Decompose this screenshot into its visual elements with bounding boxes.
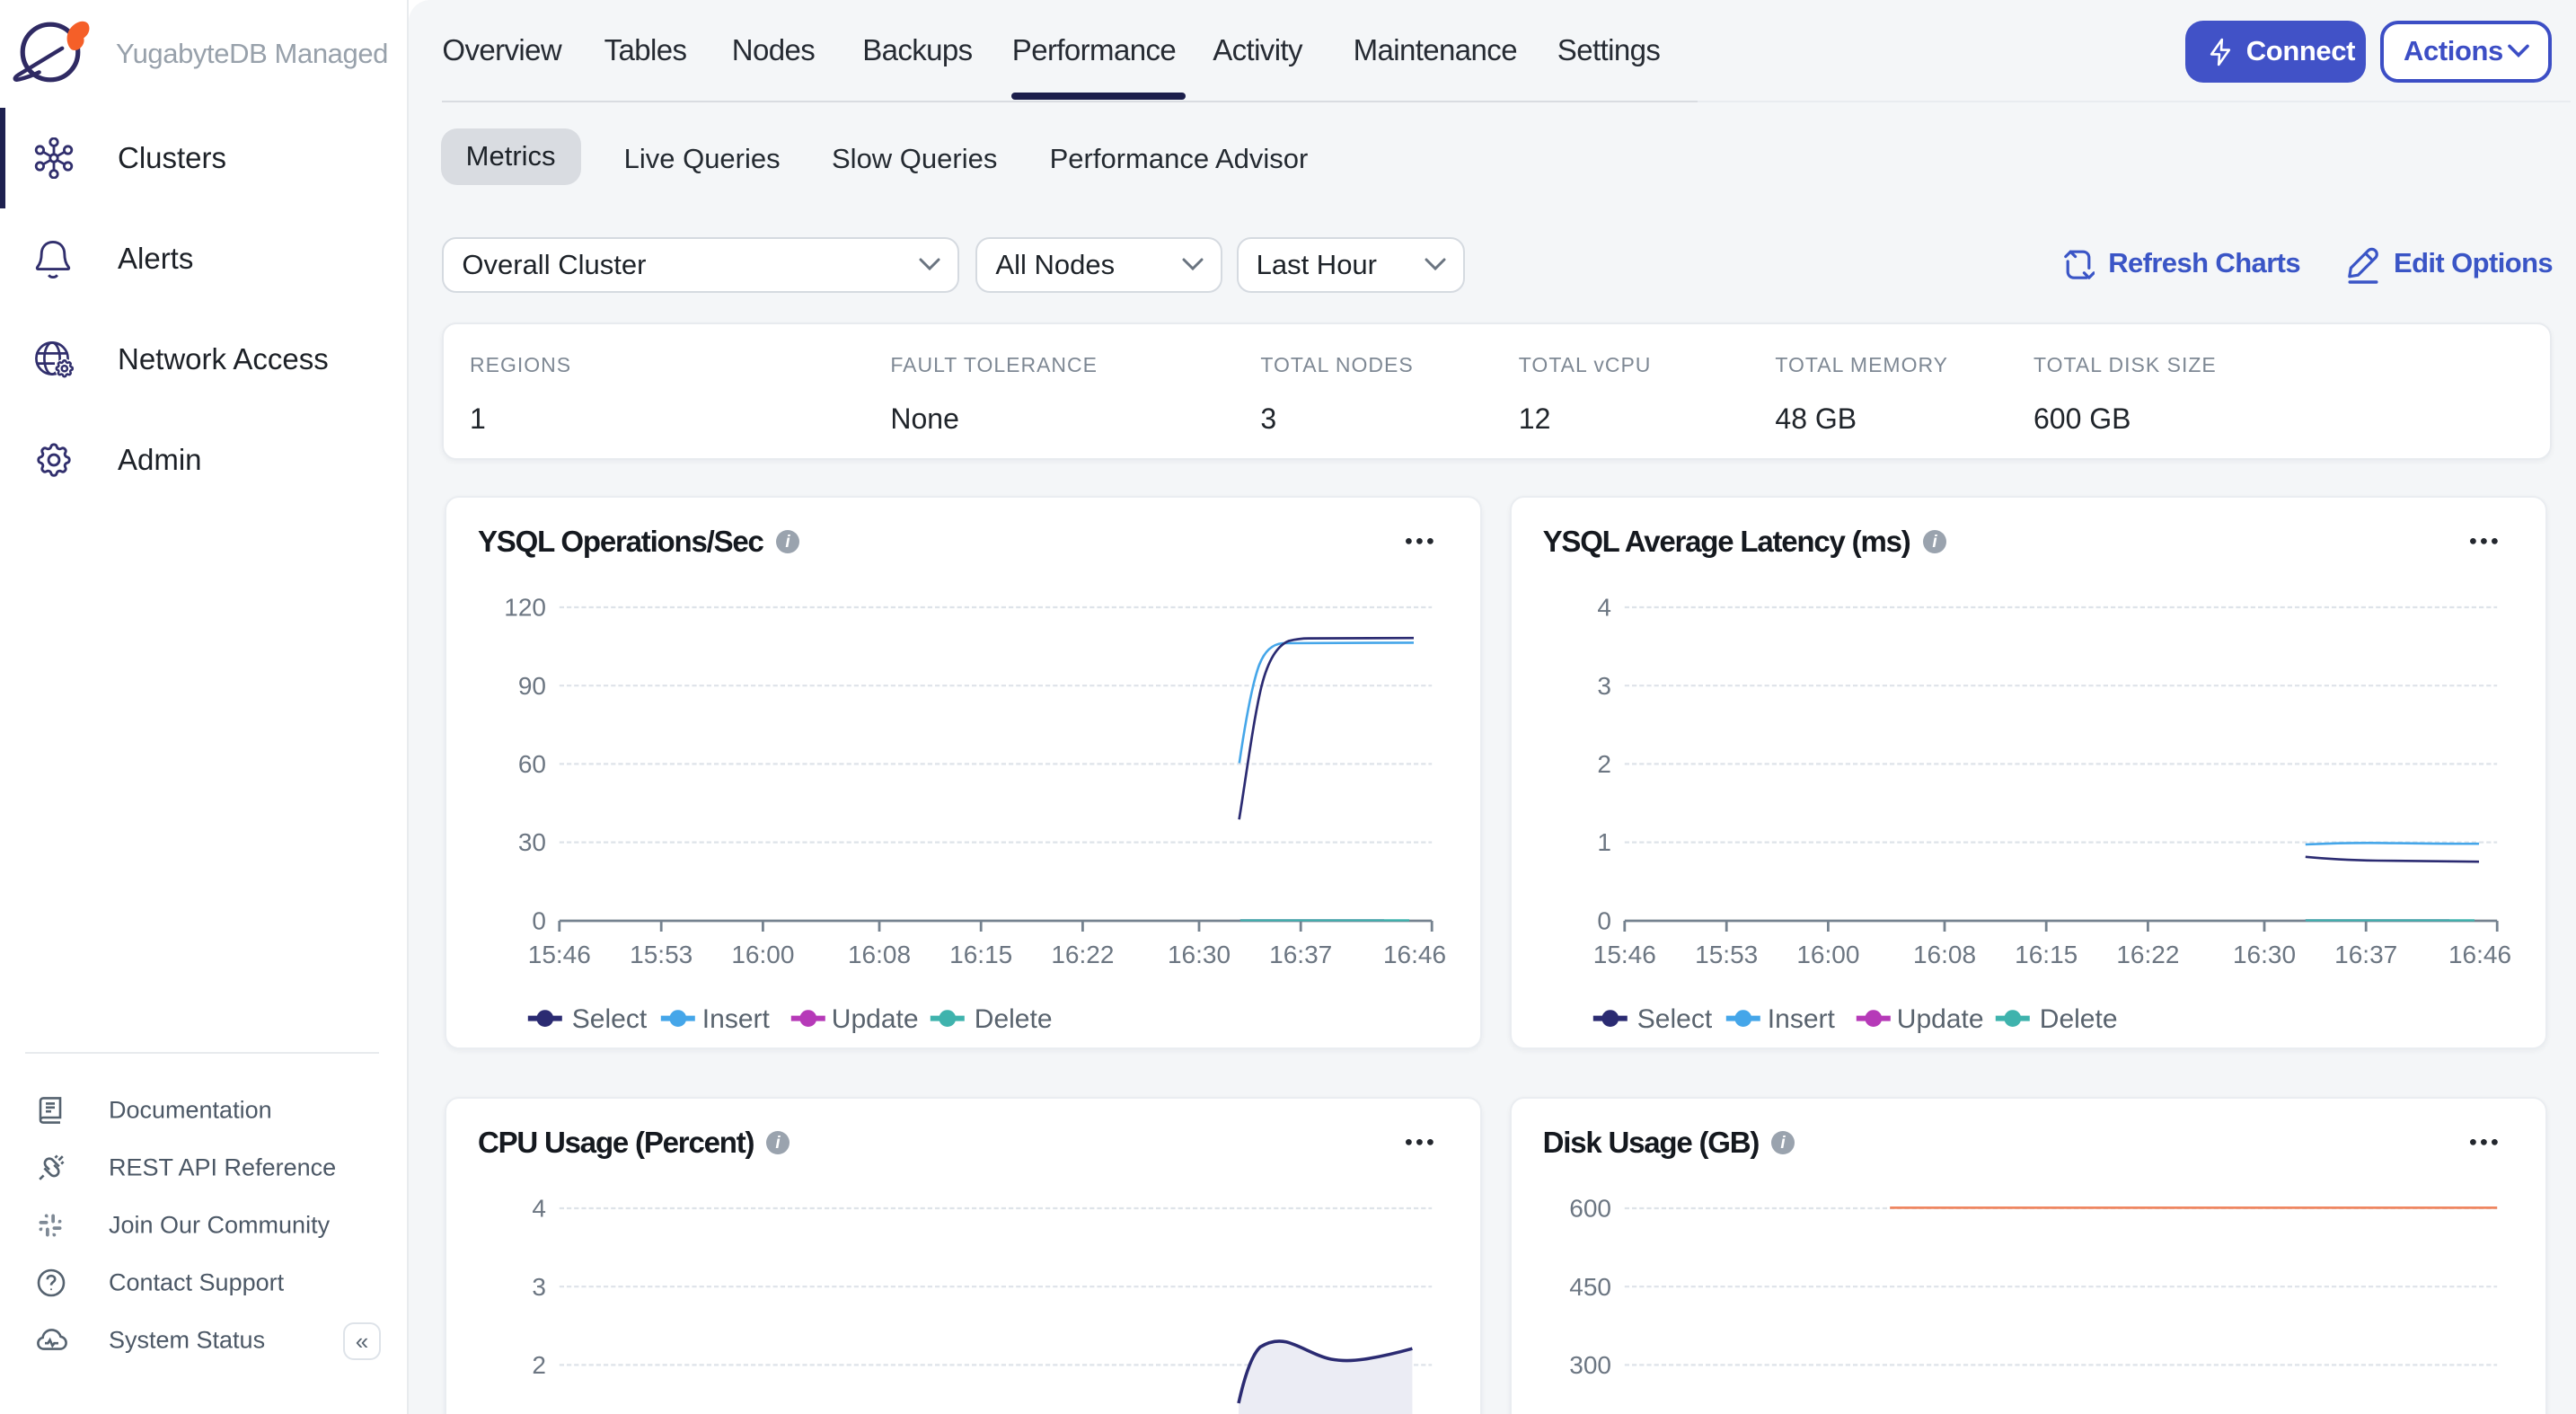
svg-text:300: 300: [1569, 1351, 1611, 1379]
svg-text:Select: Select: [572, 1004, 648, 1034]
svg-text:16:00: 16:00: [1796, 941, 1859, 968]
svg-text:16:46: 16:46: [2448, 941, 2511, 968]
svg-text:4: 4: [1597, 594, 1611, 622]
svg-text:0: 0: [1597, 907, 1611, 935]
svg-text:2: 2: [1597, 750, 1611, 778]
svg-text:16:37: 16:37: [2334, 941, 2397, 968]
svg-text:Insert: Insert: [1768, 1004, 1836, 1034]
svg-text:Select: Select: [1637, 1004, 1713, 1034]
svg-text:Update: Update: [1897, 1004, 1984, 1034]
svg-text:i: i: [1932, 533, 1937, 552]
svg-text:16:37: 16:37: [1269, 941, 1332, 968]
svg-text:16:00: 16:00: [732, 941, 795, 968]
svg-text:15:53: 15:53: [1695, 941, 1758, 968]
svg-text:i: i: [776, 1134, 781, 1153]
svg-text:16:30: 16:30: [1168, 941, 1231, 968]
svg-text:16:08: 16:08: [1913, 941, 1976, 968]
svg-text:16:15: 16:15: [2015, 941, 2078, 968]
svg-text:Delete: Delete: [975, 1004, 1053, 1034]
svg-text:i: i: [785, 533, 790, 552]
svg-text:600: 600: [1569, 1195, 1611, 1223]
svg-text:16:22: 16:22: [1052, 941, 1115, 968]
svg-text:30: 30: [518, 828, 546, 856]
svg-text:Insert: Insert: [702, 1004, 771, 1034]
svg-text:4: 4: [533, 1195, 547, 1223]
svg-text:16:08: 16:08: [848, 941, 911, 968]
svg-text:16:30: 16:30: [2233, 941, 2296, 968]
svg-text:Delete: Delete: [2040, 1004, 2118, 1034]
svg-text:i: i: [1781, 1134, 1786, 1153]
svg-text:16:22: 16:22: [2116, 941, 2179, 968]
svg-text:450: 450: [1569, 1273, 1611, 1301]
svg-text:60: 60: [518, 750, 546, 778]
svg-text:2: 2: [533, 1351, 547, 1379]
svg-text:15:46: 15:46: [1593, 941, 1656, 968]
svg-text:120: 120: [504, 594, 546, 622]
svg-text:1: 1: [1597, 828, 1611, 856]
svg-text:Update: Update: [832, 1004, 919, 1034]
svg-text:16:46: 16:46: [1383, 941, 1446, 968]
svg-text:15:46: 15:46: [528, 941, 591, 968]
svg-text:15:53: 15:53: [630, 941, 693, 968]
svg-text:3: 3: [1597, 672, 1611, 700]
svg-text:90: 90: [518, 672, 546, 700]
svg-text:16:15: 16:15: [949, 941, 1012, 968]
svg-text:3: 3: [533, 1273, 547, 1301]
svg-text:0: 0: [533, 907, 547, 935]
